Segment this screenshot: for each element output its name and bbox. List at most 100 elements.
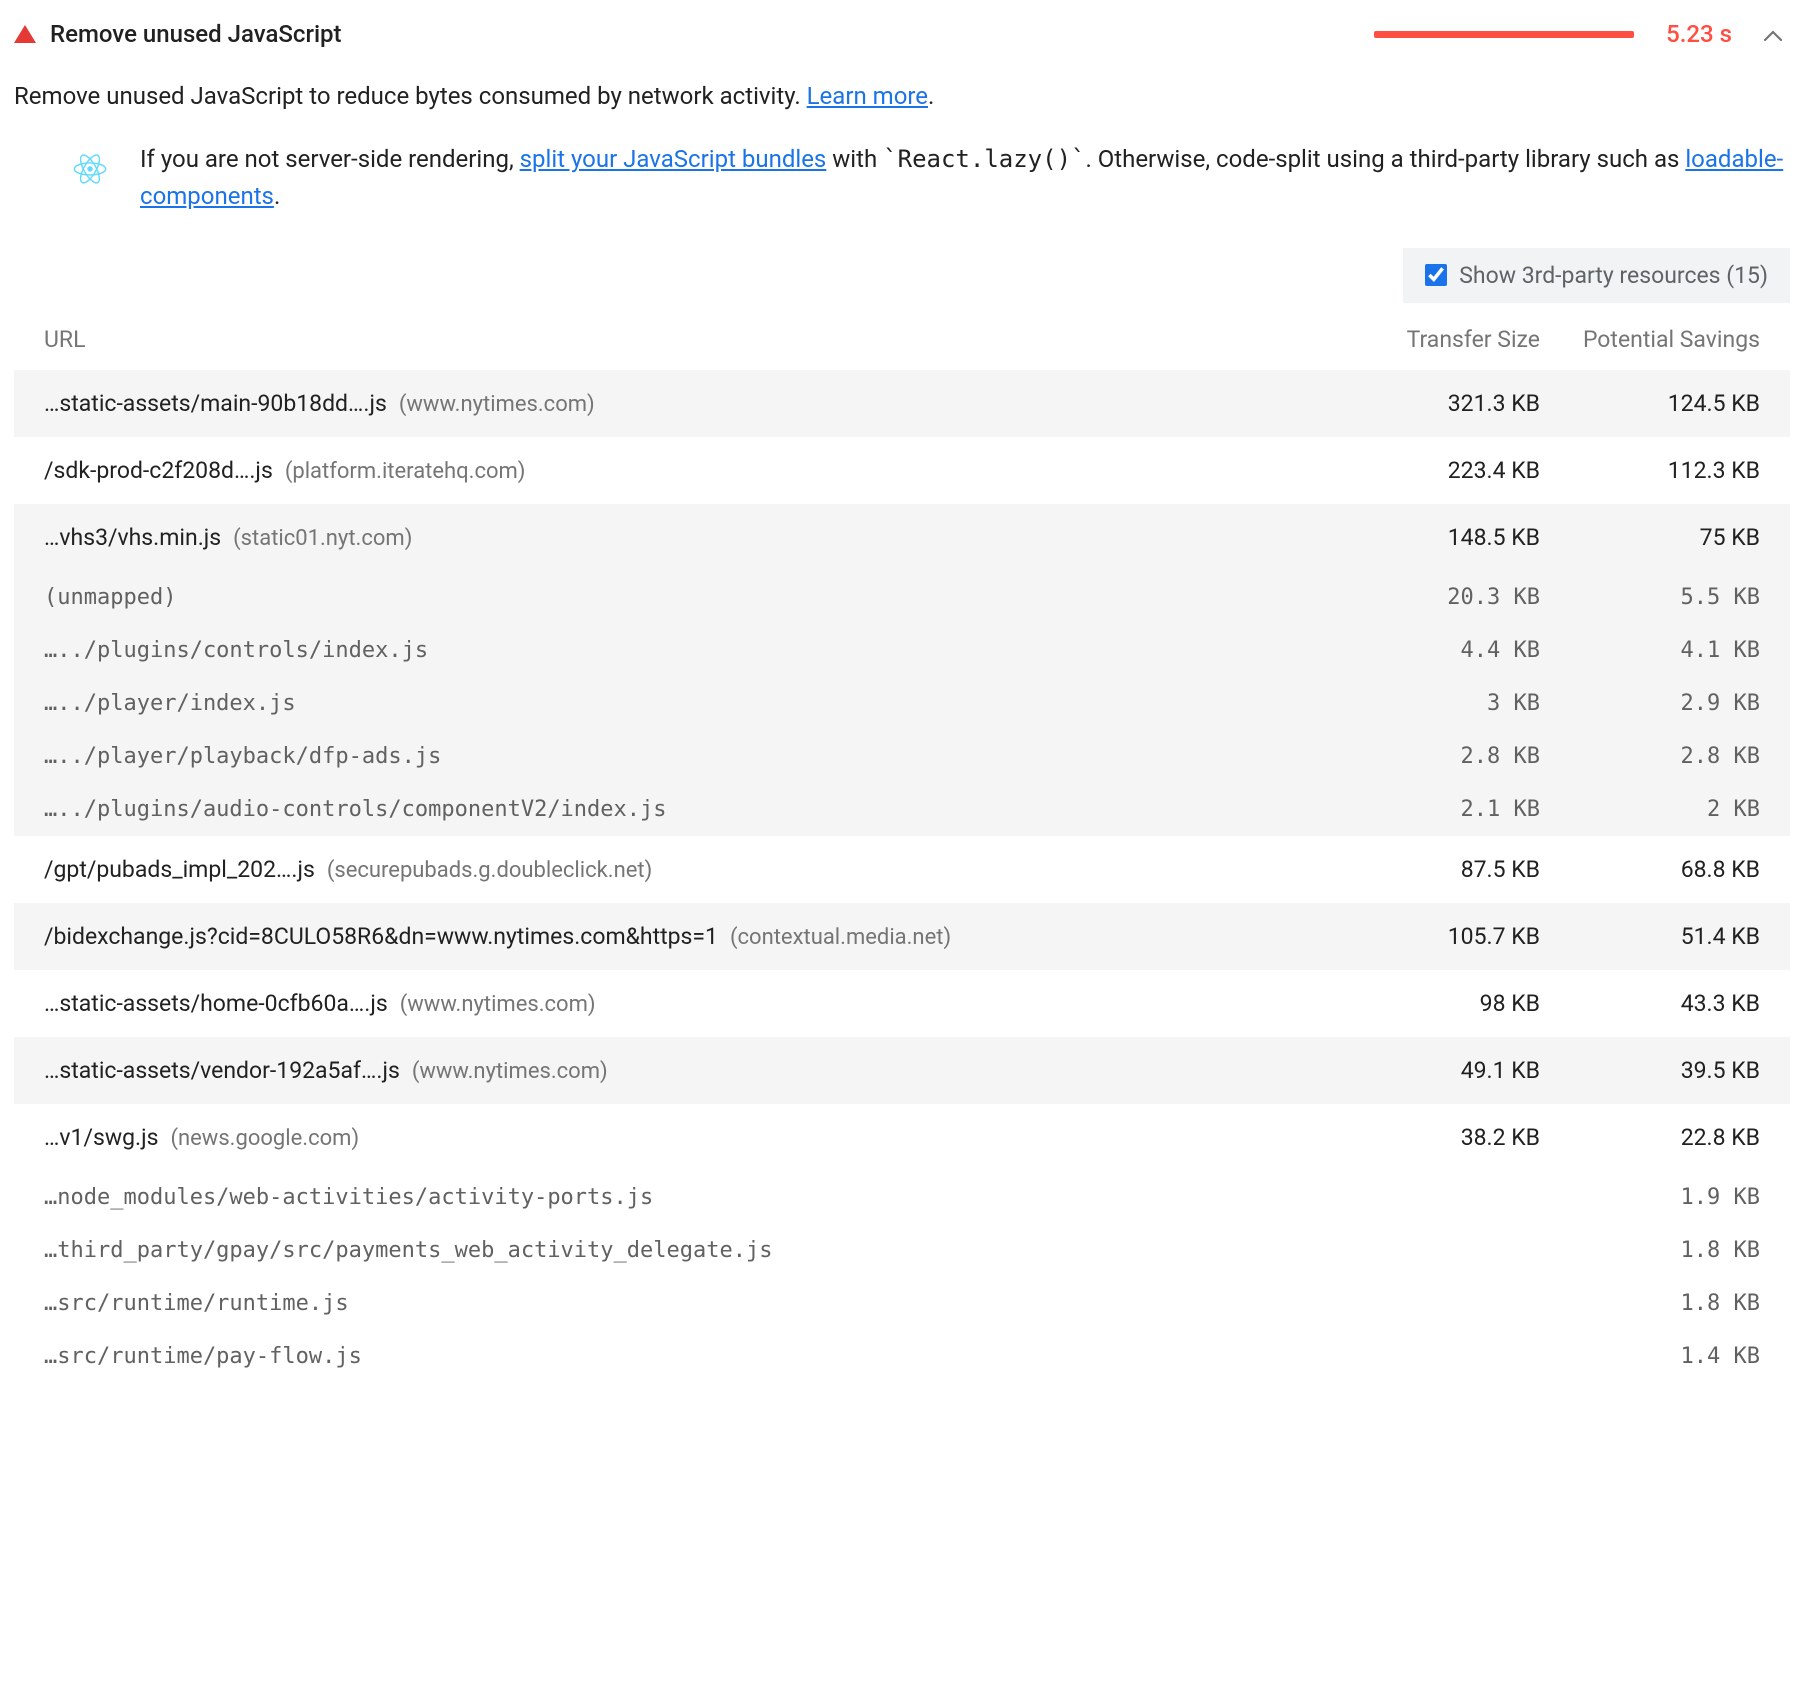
potential-savings: 1.8 KB [1560,1291,1760,1316]
url-path: …../plugins/audio-controls/componentV2/i… [44,797,667,822]
third-party-toggle[interactable]: Show 3rd-party resources (15) [1403,248,1790,303]
description-text: Remove unused JavaScript to reduce bytes… [14,82,807,110]
url-path: …third_party/gpay/src/payments_web_activ… [44,1238,772,1263]
transfer-size: 321.3 KB [1340,390,1540,417]
potential-savings: 1.9 KB [1560,1185,1760,1210]
table-row[interactable]: /gpt/pubads_impl_202….js(securepubads.g.… [14,836,1790,903]
table-row[interactable]: …static-assets/vendor-192a5af….js(www.ny… [14,1037,1790,1104]
url-host: (securepubads.g.doubleclick.net) [327,858,652,883]
table-subrow[interactable]: (unmapped) 20.3 KB 5.5 KB [14,571,1790,624]
audit-value: 5.23 s [1666,20,1732,48]
url-cell: …../player/playback/dfp-ads.js [44,744,1320,769]
stack-text-4: . [274,182,280,210]
transfer-size: 87.5 KB [1340,856,1540,883]
url-path: …../plugins/controls/index.js [44,638,428,663]
transfer-size: 223.4 KB [1340,457,1540,484]
transfer-size: 3 KB [1340,691,1540,716]
table-subrow[interactable]: …../player/index.js 3 KB 2.9 KB [14,677,1790,730]
url-cell: …../plugins/audio-controls/componentV2/i… [44,797,1320,822]
table-subrow[interactable]: …../player/playback/dfp-ads.js2.8 KB2.8 … [14,730,1790,783]
transfer-size: 49.1 KB [1340,1057,1540,1084]
url-path: …src/runtime/pay-flow.js [44,1344,362,1369]
potential-savings: 2.9 KB [1560,691,1760,716]
url-cell: /bidexchange.js?cid=8CULO58R6&dn=www.nyt… [44,923,1320,950]
stack-code: `React.lazy()` [883,145,1085,173]
stack-pack: If you are not server-side rendering, sp… [14,141,1790,233]
table-subrow[interactable]: …third_party/gpay/src/payments_web_activ… [14,1224,1790,1277]
potential-savings: 5.5 KB [1560,585,1760,610]
url-cell: (unmapped) [44,585,1320,610]
url-path: …src/runtime/runtime.js [44,1291,349,1316]
warning-icon [14,25,36,43]
transfer-size: 20.3 KB [1340,585,1540,610]
url-path: …static-assets/main-90b18dd….js [44,390,387,417]
potential-savings: 124.5 KB [1560,390,1760,417]
potential-savings: 39.5 KB [1560,1057,1760,1084]
table-subrow[interactable]: …../plugins/controls/index.js 4.4 KB 4.1 K… [14,624,1790,677]
url-cell: …static-assets/home-0cfb60a….js(www.nyti… [44,990,1320,1017]
url-cell: …../player/index.js [44,691,1320,716]
table-row[interactable]: …static-assets/home-0cfb60a….js(www.nyti… [14,970,1790,1037]
url-path: /bidexchange.js?cid=8CULO58R6&dn=www.nyt… [44,923,718,950]
url-host: (news.google.com) [170,1126,359,1151]
url-path: (unmapped) [44,585,176,610]
audit-title: Remove unused JavaScript [50,20,342,48]
potential-savings: 68.8 KB [1560,856,1760,883]
potential-savings: 2 KB [1560,797,1760,822]
col-transfer: Transfer Size [1340,323,1540,356]
chevron-up-icon[interactable] [1756,18,1790,50]
url-cell: …node_modules/web-activities/activity-po… [44,1185,1320,1210]
col-savings: Potential Savings [1560,323,1760,356]
url-path: …static-assets/vendor-192a5af….js [44,1057,400,1084]
third-party-label: Show 3rd-party resources (15) [1459,262,1768,289]
url-path: …static-assets/home-0cfb60a….js [44,990,388,1017]
table-row[interactable]: …vhs3/vhs.min.js (static01.nyt.com) 148.5 … [14,504,1790,571]
url-cell: /gpt/pubads_impl_202….js(securepubads.g.… [44,856,1320,883]
potential-savings: 51.4 KB [1560,923,1760,950]
table-subrow[interactable]: …src/runtime/runtime.js 1.8 KB [14,1277,1790,1330]
table-header: URL Transfer Size Potential Savings [14,309,1790,370]
learn-more-link[interactable]: Learn more [807,82,928,110]
url-cell: …../plugins/controls/index.js [44,638,1320,663]
url-host: (contextual.media.net) [730,925,951,950]
potential-savings: 112.3 KB [1560,457,1760,484]
table-row[interactable]: /sdk-prod-c2f208d….js(platform.iteratehq… [14,437,1790,504]
url-cell: …src/runtime/pay-flow.js [44,1344,1320,1369]
col-url: URL [44,323,1320,356]
third-party-checkbox[interactable] [1425,264,1447,286]
description-post: . [928,82,934,110]
table-row[interactable]: …static-assets/main-90b18dd….js(www.nyti… [14,370,1790,437]
transfer-size: 38.2 KB [1340,1124,1540,1151]
url-cell: …static-assets/main-90b18dd….js(www.nyti… [44,390,1320,417]
url-path: …../player/playback/dfp-ads.js [44,744,441,769]
table-subrow[interactable]: …../plugins/audio-controls/componentV2/i… [14,783,1790,836]
url-cell: …v1/swg.js (news.google.com) [44,1124,1320,1151]
url-cell: …third_party/gpay/src/payments_web_activ… [44,1238,1320,1263]
potential-savings: 43.3 KB [1560,990,1760,1017]
split-bundles-link[interactable]: split your JavaScript bundles [520,145,827,173]
table-subrow[interactable]: …node_modules/web-activities/activity-po… [14,1171,1790,1224]
potential-savings: 22.8 KB [1560,1124,1760,1151]
third-party-toggle-wrap: Show 3rd-party resources (15) [14,248,1790,303]
url-path: …v1/swg.js [44,1124,158,1151]
url-cell: …static-assets/vendor-192a5af….js(www.ny… [44,1057,1320,1084]
potential-savings: 4.1 KB [1560,638,1760,663]
url-path: …node_modules/web-activities/activity-po… [44,1185,653,1210]
table-subrow[interactable]: …src/runtime/pay-flow.js1.4 KB [14,1330,1790,1383]
table-row[interactable]: …v1/swg.js (news.google.com) 38.2 KB 22.8 K… [14,1104,1790,1171]
url-path: /sdk-prod-c2f208d….js [44,457,273,484]
stack-pack-text: If you are not server-side rendering, sp… [140,141,1790,215]
url-cell: /sdk-prod-c2f208d….js(platform.iteratehq… [44,457,1320,484]
transfer-size: 2.1 KB [1340,797,1540,822]
transfer-size: 148.5 KB [1340,524,1540,551]
url-path: …vhs3/vhs.min.js [44,524,221,551]
url-host: (static01.nyt.com) [233,526,412,551]
url-path: …../player/index.js [44,691,296,716]
audit-description: Remove unused JavaScript to reduce bytes… [14,78,1790,115]
results-table: URL Transfer Size Potential Savings …sta… [14,309,1790,1383]
table-row[interactable]: /bidexchange.js?cid=8CULO58R6&dn=www.nyt… [14,903,1790,970]
transfer-size: 4.4 KB [1340,638,1540,663]
potential-savings: 2.8 KB [1560,744,1760,769]
react-icon [68,147,112,191]
stack-text-2: with [826,145,883,173]
